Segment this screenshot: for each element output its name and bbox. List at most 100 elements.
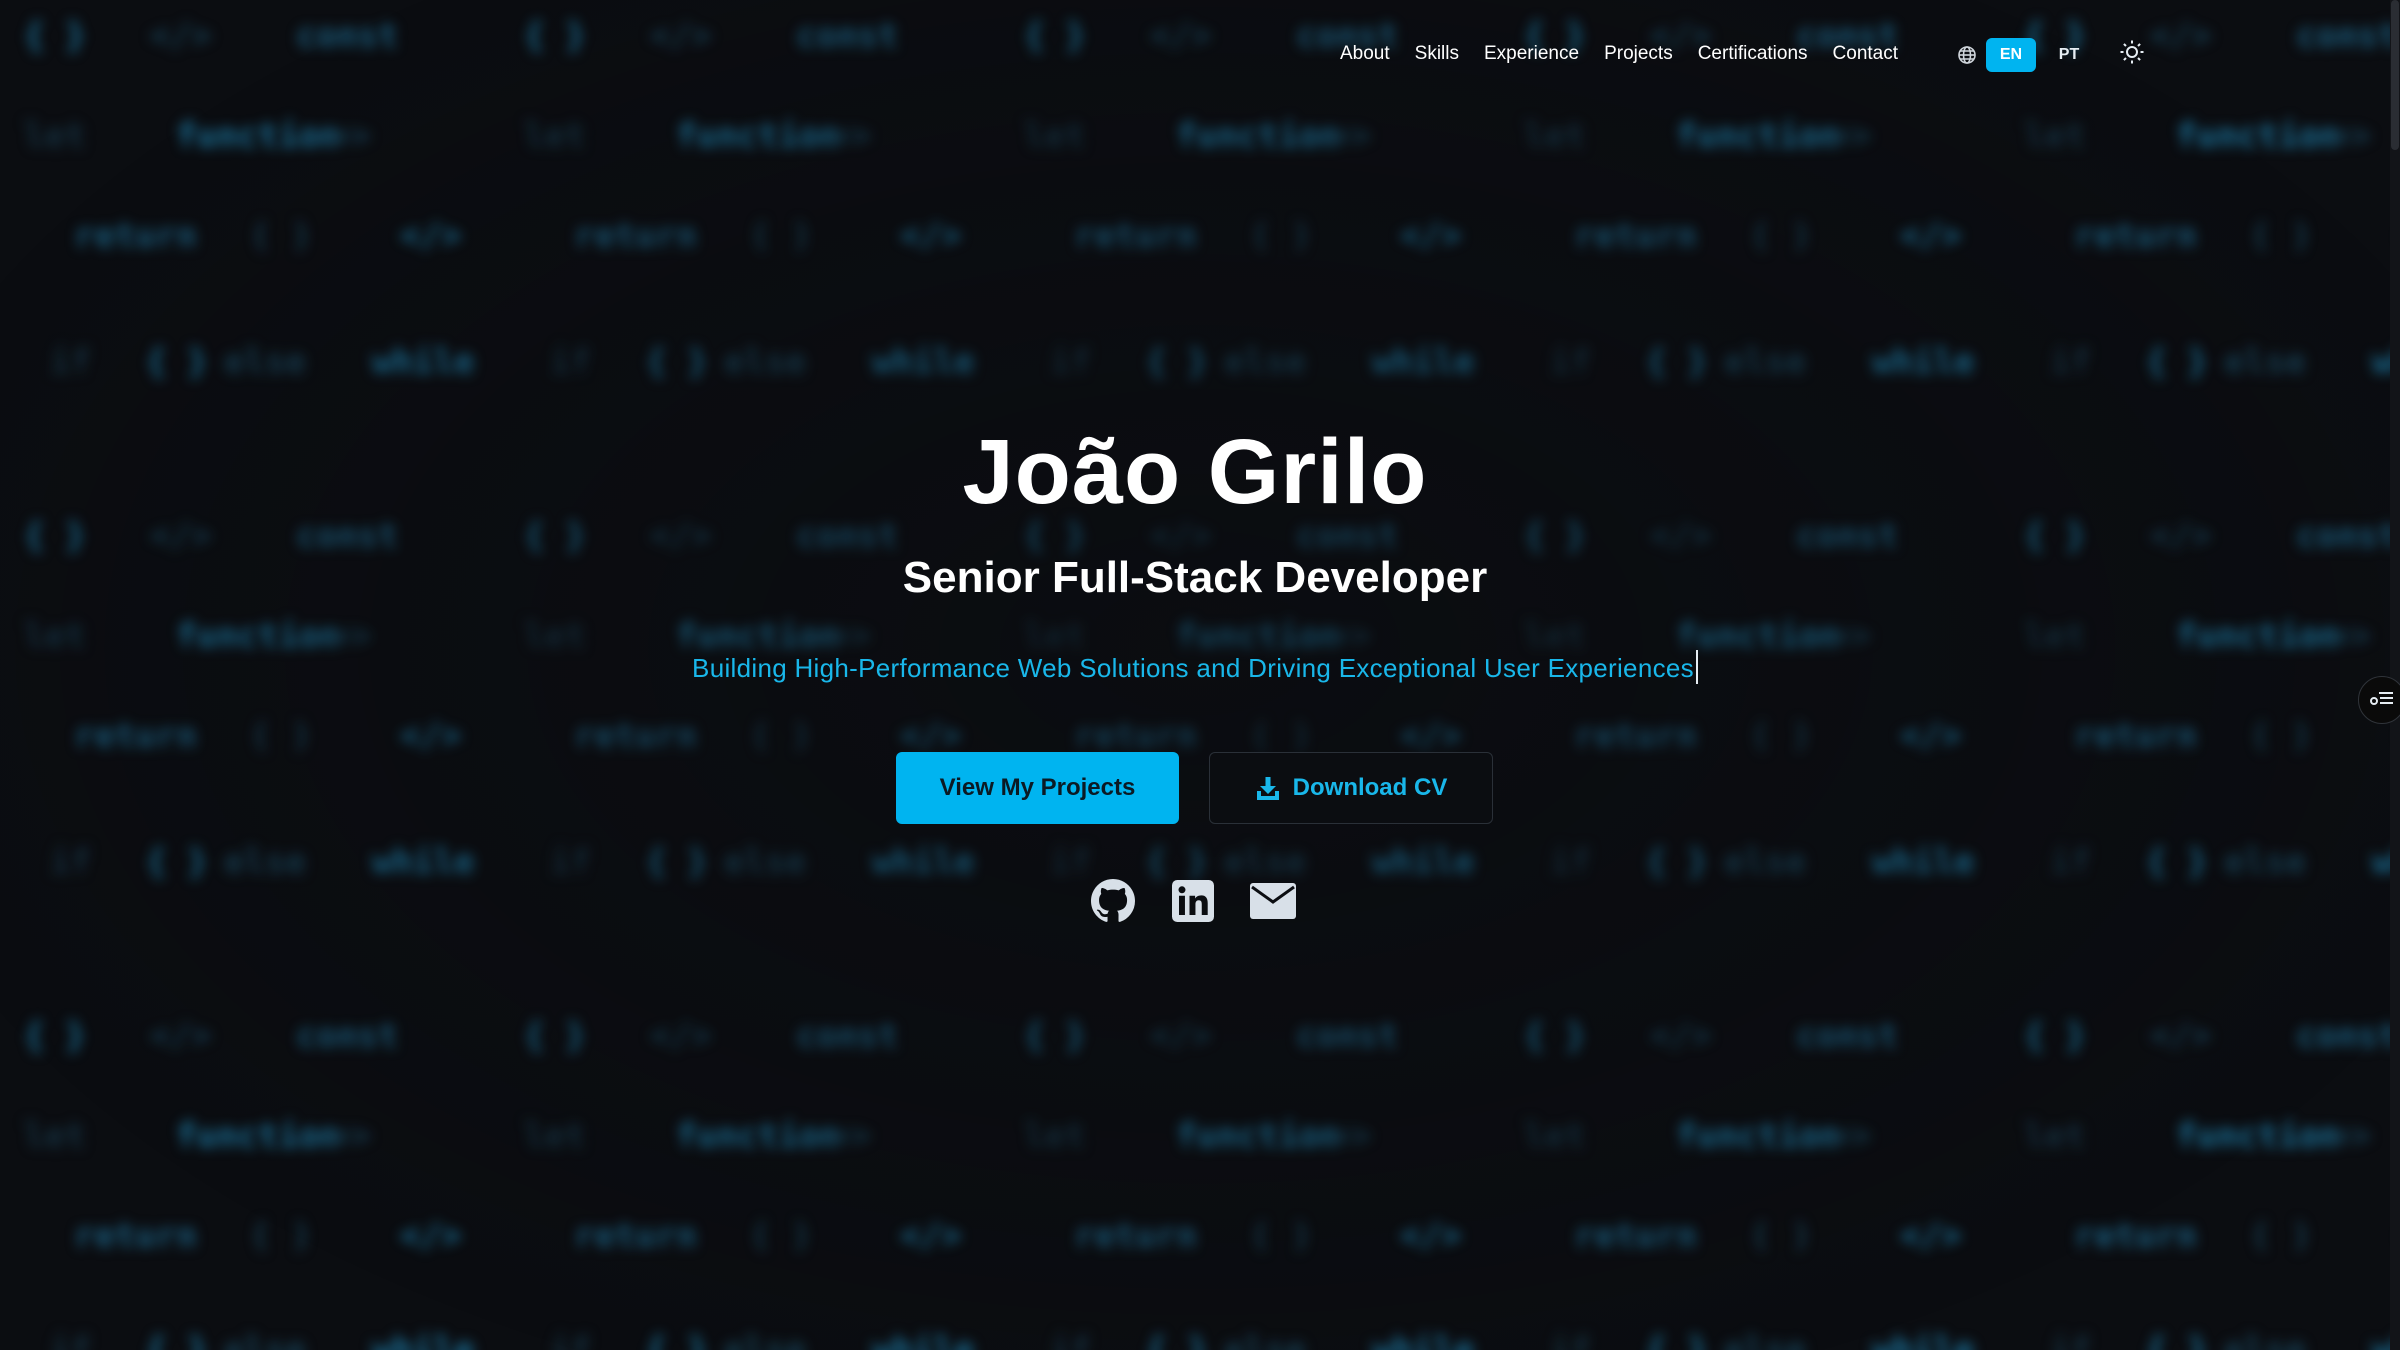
code-token: => xyxy=(1830,1116,1871,1156)
code-token: else xyxy=(2224,842,2306,882)
code-token: ( ) xyxy=(1750,1216,1812,1256)
nav-link-about[interactable]: About xyxy=(1340,43,1390,65)
code-token: else xyxy=(724,342,806,382)
portfolio-page: { } </> const { } </> const { } </> const { } </> c… xyxy=(0,0,2400,1350)
language-en-button[interactable]: EN xyxy=(1986,38,2036,72)
sun-icon xyxy=(2119,39,2145,70)
code-token: ( ) xyxy=(1250,216,1312,256)
code-token: if xyxy=(50,342,91,382)
nav-link-certifications[interactable]: Certifications xyxy=(1698,43,1808,65)
linkedin-icon[interactable] xyxy=(1170,878,1216,924)
code-token: if xyxy=(1550,842,1591,882)
code-token: ( ) xyxy=(750,1216,812,1256)
toggle-list-icon xyxy=(2369,688,2395,713)
code-token: { } xyxy=(146,842,208,882)
code-token: return xyxy=(74,1216,197,1256)
code-token: while xyxy=(372,842,475,882)
code-token: while xyxy=(1872,842,1975,882)
code-token: </> xyxy=(2150,1016,2212,1056)
code-token: { } xyxy=(2146,1330,2208,1350)
code-token: => xyxy=(830,116,871,156)
code-token: { } xyxy=(146,1330,208,1350)
code-token: { } xyxy=(2146,342,2208,382)
code-token: return xyxy=(2074,716,2197,756)
code-token: if xyxy=(1550,342,1591,382)
code-token: return xyxy=(1074,716,1197,756)
code-token: while xyxy=(872,1330,975,1350)
code-token: </> xyxy=(1900,716,1962,756)
code-token: if xyxy=(1550,1330,1591,1350)
code-token: return xyxy=(2074,216,2197,256)
code-token: => xyxy=(1330,1116,1371,1156)
nav-link-projects[interactable]: Projects xyxy=(1604,43,1673,65)
code-token: let xyxy=(524,116,586,156)
code-token: </> xyxy=(1400,216,1462,256)
code-token: </> xyxy=(1150,1016,1212,1056)
code-token: const xyxy=(796,16,899,56)
github-icon[interactable] xyxy=(1090,878,1136,924)
view-projects-button[interactable]: View My Projects xyxy=(896,752,1179,824)
code-token: return xyxy=(2074,1216,2197,1256)
code-token: function xyxy=(1176,1116,1340,1156)
code-token: if xyxy=(550,842,591,882)
code-token: { } xyxy=(24,16,86,56)
code-token: const xyxy=(296,16,399,56)
code-token: => xyxy=(830,1116,871,1156)
email-icon[interactable] xyxy=(1250,878,1296,924)
nav-link-skills[interactable]: Skills xyxy=(1415,43,1459,65)
code-token: if xyxy=(2050,1330,2091,1350)
code-token: return xyxy=(74,216,197,256)
code-token: else xyxy=(724,1330,806,1350)
code-token: { } xyxy=(646,1330,708,1350)
side-panel-toggle[interactable] xyxy=(2358,676,2400,724)
code-token: </> xyxy=(1900,1216,1962,1256)
code-token: { } xyxy=(1524,1016,1586,1056)
hero-name: João Grilo xyxy=(962,421,1428,523)
code-token: function xyxy=(2176,1116,2340,1156)
code-token: function xyxy=(1676,1116,1840,1156)
code-token: let xyxy=(524,1116,586,1156)
code-token: { } xyxy=(1646,342,1708,382)
code-token: let xyxy=(2024,116,2086,156)
code-token: while xyxy=(372,342,475,382)
code-token: while xyxy=(372,1330,475,1350)
code-token: => xyxy=(1830,116,1871,156)
code-token: if xyxy=(1050,842,1091,882)
code-token: function xyxy=(1676,116,1840,156)
code-token: { } xyxy=(146,342,208,382)
code-token: ( ) xyxy=(250,716,312,756)
language-pt-button[interactable]: PT xyxy=(2044,38,2094,72)
code-token: const xyxy=(796,1016,899,1056)
theme-toggle-button[interactable] xyxy=(2118,40,2146,68)
code-token: { } xyxy=(1024,1016,1086,1056)
code-token: ( ) xyxy=(1250,716,1312,756)
code-token: </> xyxy=(150,1016,212,1056)
nav-link-experience[interactable]: Experience xyxy=(1484,43,1579,65)
code-token: </> xyxy=(900,1216,962,1256)
code-token: let xyxy=(2024,1116,2086,1156)
hero-title: Senior Full-Stack Developer xyxy=(902,553,1488,602)
code-token: </> xyxy=(1650,1016,1712,1056)
code-token: if xyxy=(1050,1330,1091,1350)
code-token: else xyxy=(1724,1330,1806,1350)
code-token: function xyxy=(1176,116,1340,156)
code-token: { } xyxy=(646,342,708,382)
scrollbar-thumb[interactable] xyxy=(2391,0,2399,150)
code-token: else xyxy=(1724,842,1806,882)
code-token: => xyxy=(1330,116,1371,156)
code-token: function xyxy=(2176,116,2340,156)
code-token: else xyxy=(1224,842,1306,882)
code-token: if xyxy=(50,842,91,882)
code-token: { } xyxy=(1024,16,1086,56)
code-token: </> xyxy=(900,716,962,756)
code-token: if xyxy=(2050,342,2091,382)
code-token: ( ) xyxy=(250,216,312,256)
code-token: if xyxy=(550,1330,591,1350)
code-token: let xyxy=(24,1116,86,1156)
scrollbar[interactable] xyxy=(2390,0,2400,1350)
download-cv-button[interactable]: Download CV xyxy=(1209,752,1493,824)
code-token: const xyxy=(2296,16,2399,56)
code-token: return xyxy=(1574,1216,1697,1256)
nav-link-contact[interactable]: Contact xyxy=(1833,43,1898,65)
code-token: </> xyxy=(1150,16,1212,56)
